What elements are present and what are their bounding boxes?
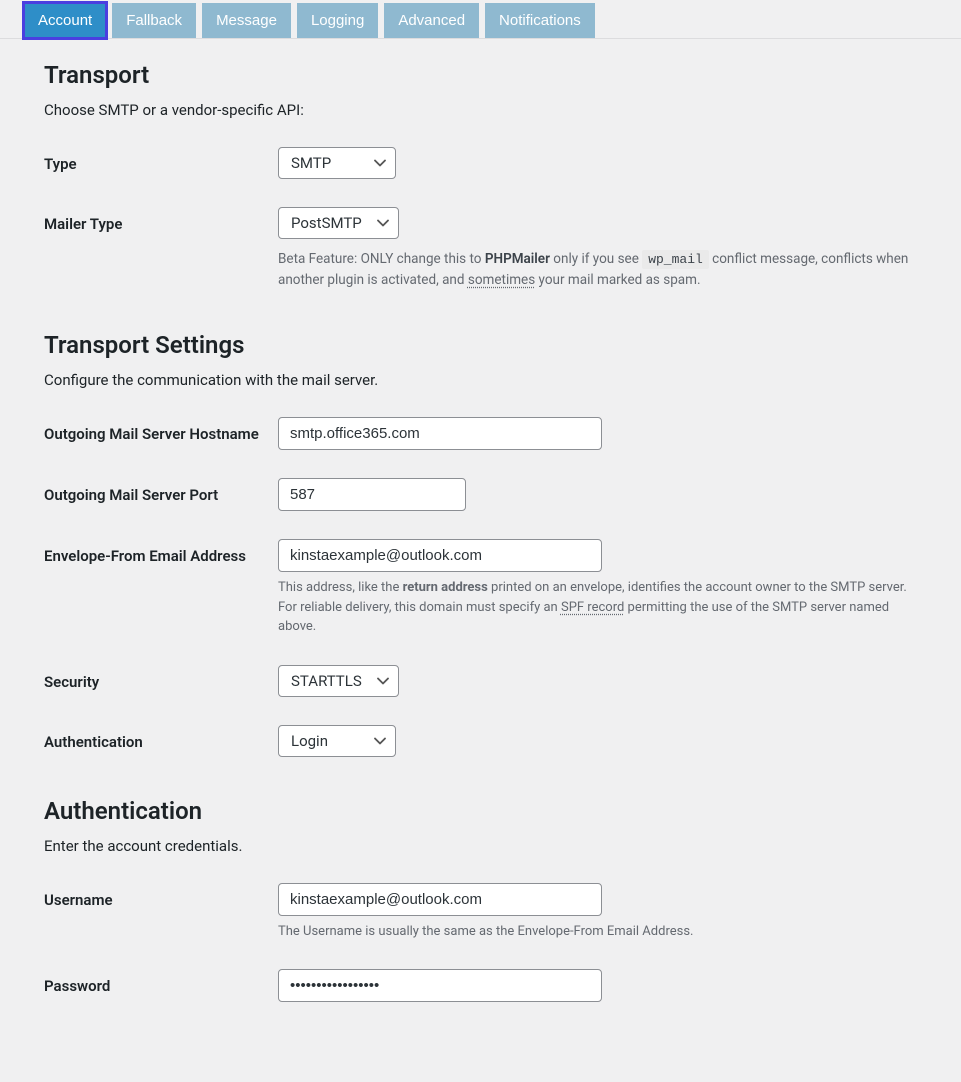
tab-fallback[interactable]: Fallback [112,3,196,38]
port-label: Outgoing Mail Server Port [44,478,278,506]
username-input[interactable] [278,883,602,916]
section-transport-settings: Transport Settings Configure the communi… [44,331,917,757]
row-envelope: Envelope-From Email Address This address… [44,539,917,637]
password-input[interactable] [278,969,602,1002]
transport-desc: Choose SMTP or a vendor-specific API: [44,101,917,119]
row-type: Type SMTP [44,147,917,179]
row-security: Security STARTTLS [44,665,917,697]
username-label: Username [44,883,278,911]
password-label: Password [44,969,278,997]
username-help-text: The Username is usually the same as the … [278,922,917,942]
row-authentication: Authentication Login [44,725,917,757]
tab-notifications[interactable]: Notifications [485,3,595,38]
type-select[interactable]: SMTP [278,147,396,179]
envelope-input[interactable] [278,539,602,572]
auth-heading: Authentication [44,797,917,825]
transport-heading: Transport [44,61,917,89]
content-area: Transport Choose SMTP or a vendor-specif… [0,39,961,1082]
tab-logging[interactable]: Logging [297,3,378,38]
mailer-help-text: Beta Feature: ONLY change this to PHPMai… [278,249,917,291]
envelope-help-text: This address, like the return address pr… [278,578,917,637]
section-transport: Transport Choose SMTP or a vendor-specif… [44,61,917,291]
row-username: Username The Username is usually the sam… [44,883,917,942]
envelope-label: Envelope-From Email Address [44,539,278,567]
auth-desc: Enter the account credentials. [44,837,917,855]
security-select[interactable]: STARTTLS [278,665,399,697]
settings-desc: Configure the communication with the mai… [44,371,917,389]
mailer-type-label: Mailer Type [44,207,278,235]
row-mailer-type: Mailer Type PostSMTP Beta Feature: ONLY … [44,207,917,291]
tab-account[interactable]: Account [24,3,106,38]
tab-message[interactable]: Message [202,3,291,38]
row-hostname: Outgoing Mail Server Hostname [44,417,917,450]
mailer-type-select[interactable]: PostSMTP [278,207,399,239]
hostname-input[interactable] [278,417,602,450]
security-label: Security [44,665,278,693]
type-label: Type [44,147,278,175]
settings-heading: Transport Settings [44,331,917,359]
authentication-label: Authentication [44,725,278,753]
row-password: Password [44,969,917,1002]
tabs-bar: Account Fallback Message Logging Advance… [0,0,961,39]
port-input[interactable] [278,478,466,511]
row-port: Outgoing Mail Server Port [44,478,917,511]
section-authentication: Authentication Enter the account credent… [44,797,917,1003]
tab-advanced[interactable]: Advanced [384,3,479,38]
hostname-label: Outgoing Mail Server Hostname [44,417,278,445]
authentication-select[interactable]: Login [278,725,396,757]
